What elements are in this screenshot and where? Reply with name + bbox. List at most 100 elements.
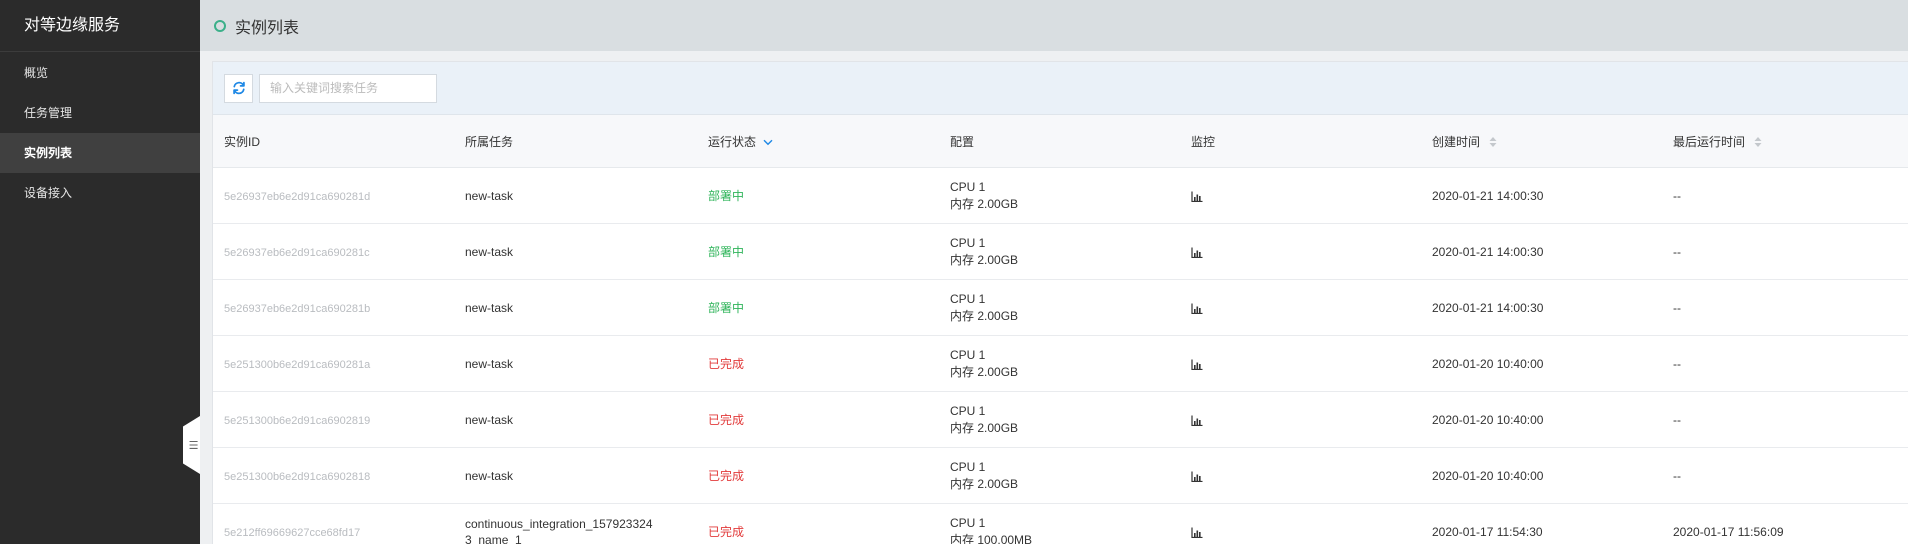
- column-header-config: 配置: [939, 115, 1180, 168]
- config-memory: 内存 100.00MB: [950, 532, 1033, 544]
- instance-id[interactable]: 5e251300b6e2d91ca6902818: [224, 471, 370, 483]
- app-root: 对等边缘服务 概览 任务管理 实例列表 设备接入 ☰ 实例列表 输入关键词搜索任…: [0, 0, 1908, 544]
- created-time: 2020-01-20 10:40:00: [1432, 468, 1544, 483]
- chevron-down-icon[interactable]: [763, 139, 773, 146]
- task-name: new-task: [465, 188, 514, 203]
- cell-instance-id: 5e26937eb6e2d91ca690281c: [213, 223, 454, 280]
- monitor-chart-icon[interactable]: [1191, 247, 1203, 258]
- search-input[interactable]: [259, 73, 437, 103]
- cell-status: 已完成: [697, 503, 939, 544]
- page-title: 实例列表: [235, 19, 300, 37]
- instance-id[interactable]: 5e212ff69669627cce68fd17: [224, 527, 360, 539]
- cell-created-time: 2020-01-20 10:40:00: [1421, 335, 1662, 392]
- cell-monitor: [1180, 335, 1421, 392]
- sidebar-menu: 概览 任务管理 实例列表 设备接入: [0, 53, 200, 213]
- cell-instance-id: 5e212ff69669627cce68fd17: [213, 503, 454, 544]
- sidebar-item-instance-list[interactable]: 实例列表: [0, 133, 200, 173]
- status-text: 已完成: [708, 357, 745, 371]
- column-header-id: 实例ID: [213, 115, 454, 168]
- cell-created-time: 2020-01-21 14:00:30: [1421, 223, 1662, 280]
- cell-last-run-time: 2020-01-17 11:56:09: [1662, 503, 1908, 544]
- monitor-chart-icon[interactable]: [1191, 527, 1203, 538]
- column-header-last-run[interactable]: 最后运行时间: [1662, 115, 1908, 168]
- cell-task: new-task: [454, 167, 697, 224]
- task-name: new-task: [465, 244, 514, 259]
- cell-created-time: 2020-01-20 10:40:00: [1421, 391, 1662, 448]
- cell-config: CPU 1 内存 2.00GB: [939, 447, 1180, 504]
- cell-config: CPU 1 内存 2.00GB: [939, 335, 1180, 392]
- cell-created-time: 2020-01-21 14:00:30: [1421, 279, 1662, 336]
- created-time: 2020-01-17 11:54:30: [1432, 524, 1543, 539]
- created-time: 2020-01-21 14:00:30: [1432, 300, 1544, 315]
- cell-config: CPU 1 内存 2.00GB: [939, 223, 1180, 280]
- cell-instance-id: 5e26937eb6e2d91ca690281d: [213, 167, 454, 224]
- column-header-task: 所属任务: [454, 115, 697, 168]
- column-header-monitor-label: 监控: [1191, 134, 1216, 149]
- sidebar-item-device-access[interactable]: 设备接入: [0, 173, 200, 213]
- column-header-status[interactable]: 运行状态: [697, 115, 939, 168]
- table-header-row: 实例ID 所属任务 运行状态 配置 监控 创建时间 最后运行时间: [213, 115, 1908, 168]
- cell-status: 已完成: [697, 335, 939, 392]
- table-row: 5e251300b6e2d91ca6902818 new-task 已完成 CPU 1…: [213, 447, 1908, 504]
- cell-last-run-time: --: [1662, 335, 1908, 392]
- column-header-id-label: 实例ID: [224, 134, 261, 149]
- column-header-created[interactable]: 创建时间: [1421, 115, 1662, 168]
- task-name: new-task: [465, 412, 514, 427]
- table-row: 5e251300b6e2d91ca690281a new-task 已完成 CPU 1…: [213, 335, 1908, 392]
- instance-id[interactable]: 5e26937eb6e2d91ca690281d: [224, 191, 370, 203]
- cell-monitor: [1180, 447, 1421, 504]
- status-text: 已完成: [708, 525, 745, 539]
- monitor-chart-icon[interactable]: [1191, 415, 1203, 426]
- sidebar-item-task-management[interactable]: 任务管理: [0, 93, 200, 133]
- table-row: 5e251300b6e2d91ca6902819 new-task 已完成 CPU 1…: [213, 391, 1908, 448]
- instance-id[interactable]: 5e26937eb6e2d91ca690281c: [224, 247, 370, 259]
- refresh-button[interactable]: [224, 73, 253, 103]
- config-cpu: CPU 1: [950, 403, 986, 418]
- cell-config: CPU 1 内存 2.00GB: [939, 167, 1180, 224]
- instance-id[interactable]: 5e251300b6e2d91ca690281a: [224, 359, 370, 371]
- cell-task: new-task: [454, 223, 697, 280]
- cell-task: new-task: [454, 391, 697, 448]
- monitor-chart-icon[interactable]: [1191, 359, 1203, 370]
- cell-config: CPU 1 内存 2.00GB: [939, 279, 1180, 336]
- status-text: 部署中: [708, 245, 745, 259]
- table-row: 5e26937eb6e2d91ca690281b new-task 部署中 CPU 1…: [213, 279, 1908, 336]
- config-memory: 内存 2.00GB: [950, 364, 1019, 379]
- monitor-chart-icon[interactable]: [1191, 471, 1203, 482]
- last-run-time: --: [1673, 300, 1681, 315]
- table-header: 实例ID 所属任务 运行状态 配置 监控 创建时间 最后运行时间: [213, 115, 1908, 168]
- cell-task: new-task: [454, 335, 697, 392]
- page-header: 实例列表: [200, 0, 1908, 51]
- task-name: new-task: [465, 300, 514, 315]
- instance-id[interactable]: 5e26937eb6e2d91ca690281b: [224, 303, 370, 315]
- status-text: 已完成: [708, 469, 745, 483]
- cell-last-run-time: --: [1662, 279, 1908, 336]
- cell-last-run-time: --: [1662, 167, 1908, 224]
- table-row: 5e26937eb6e2d91ca690281c new-task 部署中 CPU 1…: [213, 223, 1908, 280]
- table-row: 5e26937eb6e2d91ca690281d new-task 部署中 CPU 1…: [213, 167, 1908, 224]
- cell-status: 部署中: [697, 279, 939, 336]
- cell-config: CPU 1 内存 2.00GB: [939, 391, 1180, 448]
- sidebar-item-overview[interactable]: 概览: [0, 53, 200, 93]
- task-name: continuous_integration_1579233243_name_1: [465, 516, 653, 544]
- cell-monitor: [1180, 503, 1421, 544]
- instance-id[interactable]: 5e251300b6e2d91ca6902819: [224, 415, 370, 427]
- monitor-chart-icon[interactable]: [1191, 191, 1203, 202]
- collapse-menu-icon: ☰: [188, 439, 199, 452]
- cell-status: 已完成: [697, 391, 939, 448]
- column-header-last-run-label: 最后运行时间: [1673, 134, 1746, 149]
- sort-icon[interactable]: [1489, 136, 1497, 148]
- monitor-chart-icon[interactable]: [1191, 303, 1203, 314]
- config-cpu: CPU 1: [950, 515, 986, 530]
- created-time: 2020-01-21 14:00:30: [1432, 188, 1544, 203]
- config-memory: 内存 2.00GB: [950, 420, 1019, 435]
- sort-icon[interactable]: [1754, 136, 1762, 148]
- cell-last-run-time: --: [1662, 447, 1908, 504]
- cell-instance-id: 5e251300b6e2d91ca6902819: [213, 391, 454, 448]
- title-indicator-icon: [214, 19, 226, 32]
- config-memory: 内存 2.00GB: [950, 196, 1019, 211]
- created-time: 2020-01-21 14:00:30: [1432, 244, 1544, 259]
- cell-monitor: [1180, 391, 1421, 448]
- created-time: 2020-01-20 10:40:00: [1432, 412, 1544, 427]
- column-header-monitor: 监控: [1180, 115, 1421, 168]
